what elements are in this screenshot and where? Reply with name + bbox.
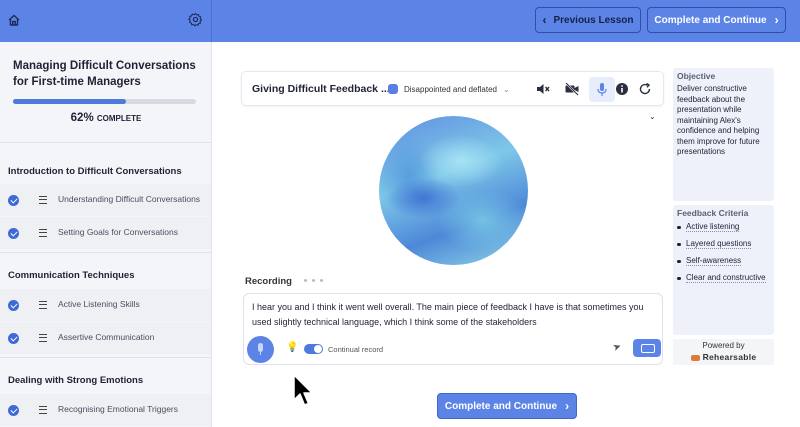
divider bbox=[0, 142, 212, 143]
mouse-cursor-icon bbox=[293, 374, 313, 406]
criteria-list: Active listening Layered questions Self-… bbox=[677, 222, 772, 290]
criteria-panel: Feedback Criteria Active listening Layer… bbox=[673, 205, 774, 335]
recording-label: Recording bbox=[245, 276, 292, 287]
complete-continue-top-button[interactable]: Complete and Continue › bbox=[647, 7, 786, 33]
lesson-label: Understanding Difficult Conversations bbox=[58, 194, 201, 204]
lesson-label: Active Listening Skills bbox=[58, 299, 140, 309]
conversation-title: Giving Difficult Feedback ... bbox=[252, 83, 390, 95]
lesson-item[interactable]: Active Listening Skills bbox=[0, 289, 211, 321]
ai-voice-orb bbox=[379, 116, 528, 265]
brand-name: Rehearsable bbox=[673, 352, 774, 362]
lesson-label: Recognising Emotional Triggers bbox=[58, 404, 179, 414]
chevron-right-icon: › bbox=[565, 399, 570, 413]
gear-icon[interactable] bbox=[188, 12, 203, 27]
lesson-item[interactable]: Recognising Emotional Triggers bbox=[0, 394, 211, 426]
objective-heading: Objective bbox=[677, 71, 716, 81]
conversation-panel: Giving Difficult Feedback ... Disappoint… bbox=[241, 71, 664, 365]
complete-continue-button[interactable]: Complete and Continue › bbox=[437, 393, 577, 419]
transcript-text[interactable]: I hear you and I think it went well over… bbox=[252, 300, 657, 329]
microphone-toggle[interactable] bbox=[589, 77, 615, 102]
recording-indicator bbox=[304, 279, 323, 282]
top-bar-left bbox=[0, 0, 212, 42]
lesson-label: Assertive Communication bbox=[58, 332, 155, 342]
top-bar: ‹ Previous Lesson Complete and Continue … bbox=[0, 0, 800, 42]
course-sidebar: Managing Difficult Conversations for Fir… bbox=[0, 42, 212, 427]
send-icon[interactable]: ➤ bbox=[611, 341, 623, 354]
lightbulb-icon[interactable]: 💡 bbox=[286, 342, 298, 353]
info-icon[interactable] bbox=[614, 81, 630, 97]
course-title: Managing Difficult Conversations for Fir… bbox=[13, 60, 196, 88]
complete-continue-label: Complete and Continue bbox=[444, 400, 558, 412]
document-lines-icon bbox=[39, 406, 47, 414]
document-lines-icon bbox=[39, 229, 47, 237]
progress-fill bbox=[13, 99, 127, 104]
persona-label: Disappointed and deflated bbox=[404, 84, 497, 94]
criteria-heading: Feedback Criteria bbox=[677, 208, 749, 218]
speaker-mute-icon[interactable] bbox=[535, 81, 551, 97]
chevron-right-icon: › bbox=[774, 13, 779, 27]
criteria-item[interactable]: Layered questions bbox=[677, 239, 772, 249]
check-circle-icon bbox=[8, 300, 19, 311]
divider bbox=[0, 357, 212, 358]
objective-text: Deliver constructive feedback about the … bbox=[677, 84, 760, 156]
progress-suffix: COMPLETE bbox=[96, 114, 142, 123]
home-icon[interactable] bbox=[7, 13, 21, 27]
check-circle-icon bbox=[8, 333, 19, 344]
keyboard-button[interactable] bbox=[633, 339, 661, 357]
check-circle-icon bbox=[8, 195, 19, 206]
persona-select[interactable]: Disappointed and deflated ⌄ bbox=[388, 80, 528, 98]
continual-record-toggle[interactable] bbox=[304, 344, 323, 354]
brand-logo-icon bbox=[690, 354, 700, 361]
chevron-left-icon: ‹ bbox=[542, 13, 547, 27]
lesson-item[interactable]: Setting Goals for Conversations bbox=[0, 217, 211, 249]
powered-by-badge[interactable]: Powered by Rehearsable bbox=[673, 339, 774, 365]
check-circle-icon bbox=[8, 228, 19, 239]
section-title: Communication Techniques bbox=[8, 270, 135, 281]
refresh-icon[interactable] bbox=[637, 81, 653, 97]
criteria-item[interactable]: Clear and constructive bbox=[677, 273, 772, 283]
microphone-icon bbox=[258, 343, 263, 355]
response-input[interactable]: I hear you and I think it went well over… bbox=[243, 293, 663, 365]
progress-text: 62% COMPLETE bbox=[0, 112, 212, 124]
document-lines-icon bbox=[39, 196, 47, 204]
progress-bar bbox=[13, 99, 196, 104]
conversation-header: Giving Difficult Feedback ... Disappoint… bbox=[241, 71, 664, 106]
criteria-item[interactable]: Self-awareness bbox=[677, 256, 772, 266]
check-circle-icon bbox=[8, 405, 19, 416]
chevron-down-icon: ⌄ bbox=[502, 84, 510, 94]
section-title: Dealing with Strong Emotions bbox=[8, 375, 144, 386]
lesson-item[interactable]: Assertive Communication bbox=[0, 322, 211, 354]
record-button[interactable] bbox=[247, 336, 274, 363]
continual-record-label: Continual record bbox=[328, 345, 384, 354]
camera-off-icon[interactable] bbox=[564, 81, 580, 97]
section-title: Introduction to Difficult Conversations bbox=[8, 166, 182, 177]
document-lines-icon bbox=[39, 334, 47, 342]
objective-panel: Objective Deliver constructive feedback … bbox=[673, 68, 774, 201]
previous-lesson-button[interactable]: ‹ Previous Lesson bbox=[535, 7, 641, 33]
divider bbox=[0, 252, 212, 253]
lesson-item[interactable]: Understanding Difficult Conversations bbox=[0, 184, 211, 216]
lesson-label: Setting Goals for Conversations bbox=[58, 227, 179, 237]
document-lines-icon bbox=[39, 301, 47, 309]
complete-continue-top-label: Complete and Continue bbox=[654, 14, 767, 26]
previous-lesson-label: Previous Lesson bbox=[553, 14, 634, 26]
bot-icon bbox=[388, 84, 398, 94]
progress-value: 62% bbox=[70, 112, 94, 124]
microphone-icon bbox=[597, 83, 607, 96]
powered-by-label: Powered by bbox=[702, 341, 745, 350]
chevron-down-icon[interactable]: ⌄ bbox=[649, 112, 656, 121]
criteria-item[interactable]: Active listening bbox=[677, 222, 772, 232]
